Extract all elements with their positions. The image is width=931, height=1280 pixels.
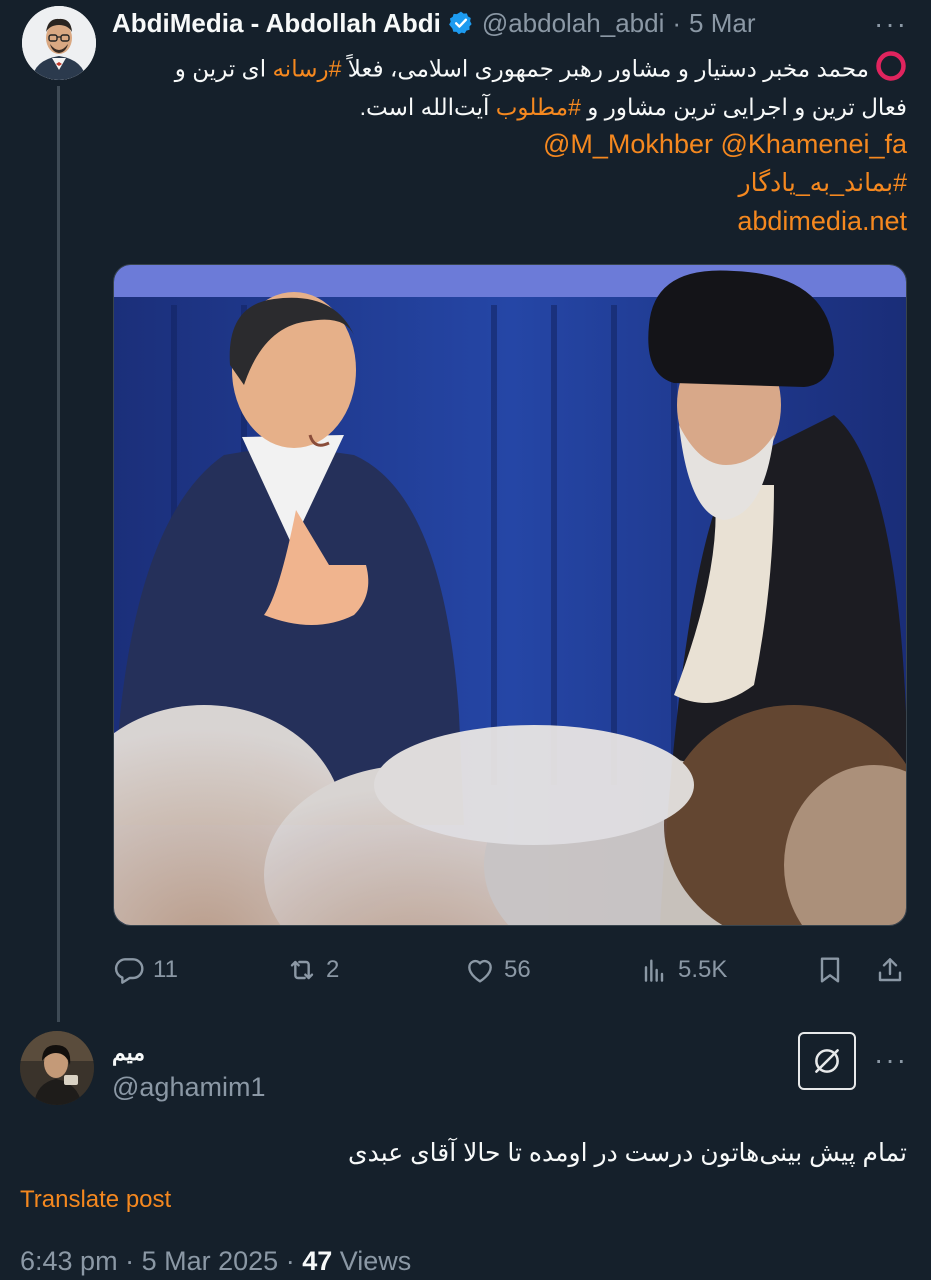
verified-badge-icon (448, 10, 474, 36)
reply-more-icon[interactable]: ··· (874, 1046, 908, 1074)
tweet-link[interactable]: abdimedia.net (737, 204, 907, 238)
meta-separator-2: · (285, 1246, 303, 1276)
tweet-text-line-2: فعال ترین و اجرایی ترین مشاور و #مطلوب آ… (360, 90, 907, 124)
like-button[interactable]: 56 (464, 948, 531, 992)
reply-button[interactable]: 11 (113, 948, 178, 992)
reply-views-count: 47 (302, 1246, 333, 1276)
more-icon[interactable]: ··· (874, 10, 908, 38)
views-count: 5.5K (678, 956, 728, 983)
repost-icon (286, 954, 326, 986)
share-icon (874, 954, 914, 986)
views-button[interactable]: 5.5K (638, 948, 727, 992)
author-handle[interactable]: @abdolah_abdi (482, 8, 665, 39)
reply-text: تمام پیش بینی‌هاتون درست در اومده تا حال… (348, 1139, 907, 1167)
reply-author-handle[interactable]: @aghamim1 (112, 1072, 265, 1103)
reply-full-date[interactable]: 5 Mar 2025 (142, 1246, 279, 1276)
share-button[interactable] (874, 948, 914, 992)
line2-prefix: فعال ترین و اجرایی ترین مشاور و (580, 94, 907, 120)
tweet-mentions[interactable]: @M_Mokhber @Khamenei_fa (543, 127, 907, 161)
line1-prefix: محمد مخبر دستیار و مشاور رهبر جمهوری اسل… (341, 55, 869, 82)
tweet-date[interactable]: 5 Mar (689, 8, 755, 39)
reply-count: 11 (153, 956, 178, 983)
tweet-header: AbdiMedia - Abdollah Abdi @abdolah_abdi … (112, 8, 756, 38)
line2-suffix: آیت‌الله است. (359, 94, 496, 120)
header-separator: · (672, 7, 682, 38)
heart-icon (464, 954, 504, 986)
tweet-text-line-1: محمد مخبر دستیار و مشاور رهبر جمهوری اسل… (175, 50, 907, 91)
tweet-image[interactable] (113, 264, 907, 926)
like-count: 56 (504, 956, 531, 983)
reply-icon (113, 954, 153, 986)
repost-button[interactable]: 2 (286, 948, 339, 992)
grok-button[interactable] (798, 1032, 856, 1090)
bookmark-button[interactable] (814, 948, 854, 992)
line1-suffix: ای ترین و (174, 55, 273, 82)
reply-views-label: Views (339, 1246, 412, 1276)
author-avatar[interactable] (22, 6, 96, 80)
thread-connector-line (57, 86, 60, 1022)
grok-icon (810, 1044, 844, 1078)
reply-author-name[interactable]: میم (112, 1040, 145, 1066)
hashtag-desired[interactable]: #مطلوب (496, 94, 581, 120)
repost-count: 2 (326, 956, 340, 983)
meta-separator-1: · (125, 1246, 142, 1276)
author-name[interactable]: AbdiMedia - Abdollah Abdi (112, 8, 441, 39)
bar-chart-icon (638, 954, 678, 986)
bookmark-icon (814, 954, 854, 986)
reply-time[interactable]: 6:43 pm (20, 1246, 118, 1276)
reply-meta: 6:43 pm · 5 Mar 2025 · 47 Views (20, 1246, 411, 1277)
tweet-actions: 11 2 56 5.5K (0, 948, 931, 992)
translate-post-link[interactable]: Translate post (20, 1186, 171, 1214)
reply-author-avatar[interactable] (20, 1031, 94, 1105)
hashtag-media[interactable]: #رسانه (272, 56, 341, 82)
hashtag-memento[interactable]: #بماند_به_یادگار (739, 166, 907, 200)
red-circle-icon (875, 50, 907, 91)
